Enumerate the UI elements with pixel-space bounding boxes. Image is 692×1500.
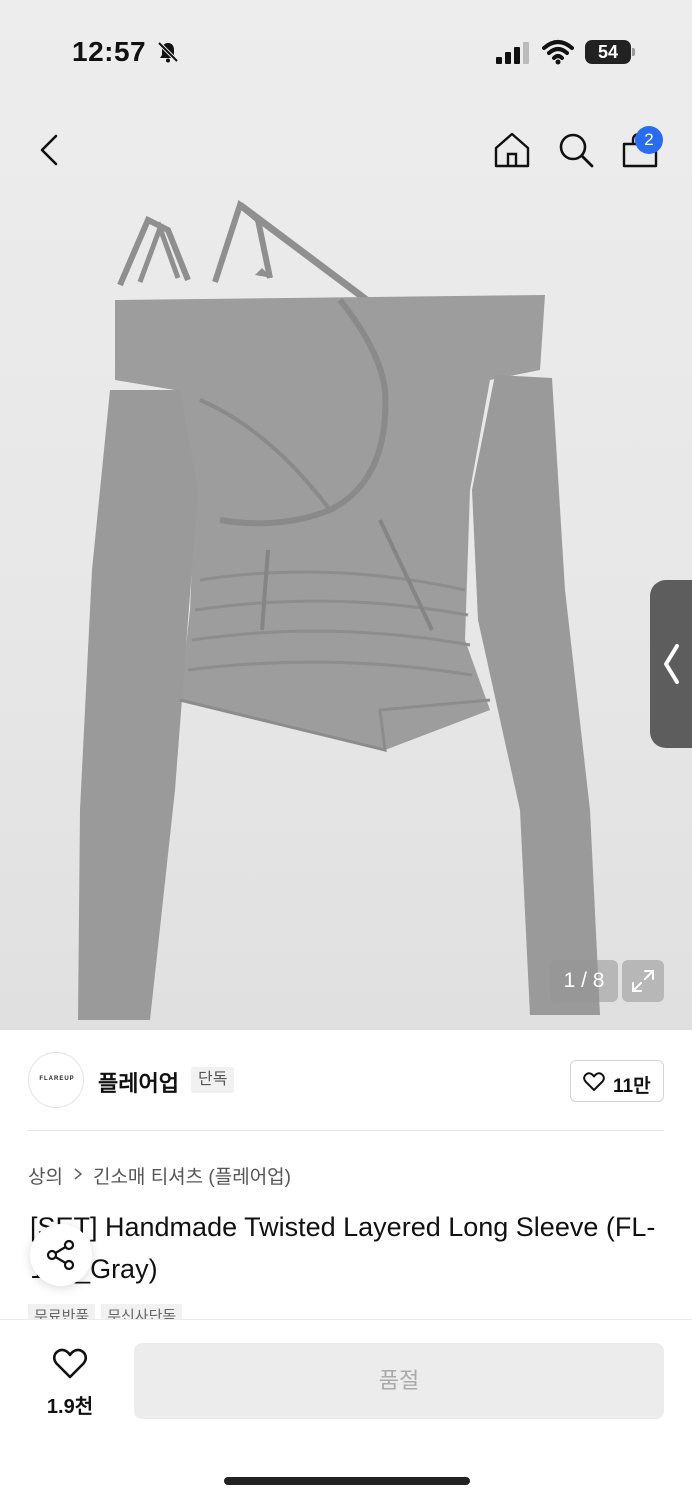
status-time: 12:57 xyxy=(72,36,147,67)
heart-icon xyxy=(583,1072,605,1091)
exclusive-badge: 단독 xyxy=(191,1067,235,1093)
bell-slash-icon xyxy=(157,41,179,63)
expand-image-button[interactable] xyxy=(622,960,664,1002)
breadcrumb: 상의 긴소매 티셔츠 (플레어업) xyxy=(28,1162,291,1190)
bottom-action-bar: 1.9천 품절 xyxy=(0,1319,692,1500)
home-icon[interactable] xyxy=(492,130,532,170)
brand-like-button[interactable]: 11만 xyxy=(570,1060,664,1102)
sold-out-button[interactable]: 품절 xyxy=(134,1343,664,1419)
product-photo[interactable] xyxy=(0,190,692,1030)
brand-name[interactable]: 플레어업 xyxy=(98,1066,179,1098)
expand-icon xyxy=(632,970,654,992)
status-bar: 12:57 54 xyxy=(0,0,692,100)
product-title: [SET] Handmade Twisted Layered Long Slee… xyxy=(30,1212,656,1284)
battery-cap xyxy=(632,48,635,56)
share-icon xyxy=(46,1239,75,1271)
divider xyxy=(28,1130,664,1131)
back-icon[interactable] xyxy=(32,130,68,170)
side-drawer-tab[interactable] xyxy=(650,580,692,748)
search-icon[interactable] xyxy=(556,130,596,170)
share-button[interactable] xyxy=(30,1224,92,1286)
brand-like-count: 11만 xyxy=(613,1076,651,1097)
chevron-left-icon xyxy=(664,644,679,684)
brand-row: FLAREUP 플레어업 단독 11만 xyxy=(28,1050,664,1110)
battery-icon: 54 xyxy=(585,40,635,64)
battery-level: 54 xyxy=(597,42,619,62)
tag-exclusive: 무신사단독 xyxy=(101,1304,183,1320)
image-counter: 1 / 8 xyxy=(550,960,618,1002)
product-tags: 무료반품 무신사단독 xyxy=(28,1304,188,1320)
brand-logo-text: FLAREUP xyxy=(39,1076,75,1082)
wifi-icon xyxy=(542,40,574,65)
brand-logo[interactable]: FLAREUP xyxy=(28,1052,84,1108)
wishlist-count: 1.9천 xyxy=(46,1396,94,1418)
chevron-right-icon xyxy=(73,1165,83,1187)
home-indicator xyxy=(224,1477,470,1485)
heart-icon xyxy=(52,1348,88,1379)
tag-free-return: 무료반품 xyxy=(28,1304,96,1320)
breadcrumb-category[interactable]: 상의 xyxy=(28,1162,63,1189)
wishlist-button[interactable]: 1.9천 xyxy=(30,1344,110,1424)
breadcrumb-subcategory[interactable]: 긴소매 티셔츠 (플레어업) xyxy=(93,1162,291,1189)
signal-icon xyxy=(496,42,529,64)
cart-count-badge: 2 xyxy=(635,126,663,154)
